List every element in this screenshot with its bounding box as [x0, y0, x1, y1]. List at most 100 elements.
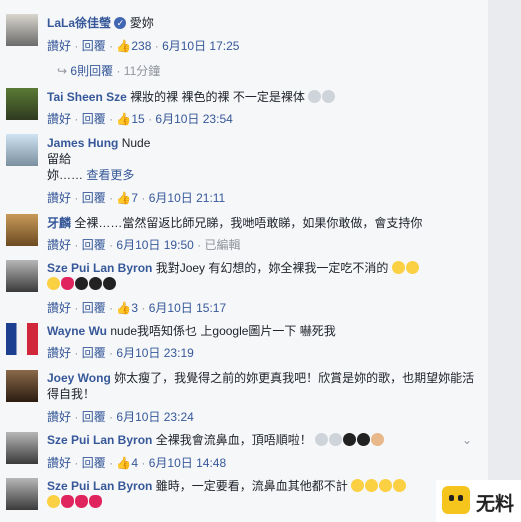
- avatar[interactable]: [6, 14, 38, 46]
- reply-button[interactable]: 回覆: [82, 346, 106, 360]
- avatar[interactable]: [6, 88, 38, 120]
- like-button[interactable]: 讚好: [47, 346, 71, 360]
- separator: ·: [74, 39, 79, 53]
- scrollbar[interactable]: [488, 0, 521, 522]
- emoji-icon: [89, 277, 102, 290]
- like-count[interactable]: 15: [131, 112, 144, 126]
- like-count[interactable]: 3: [131, 301, 138, 315]
- comment-text: 裸妝的裸 裸色的裸 不一定是裸体: [130, 90, 305, 104]
- timestamp[interactable]: 6月10日 15:17: [149, 301, 226, 315]
- reply-button[interactable]: 回覆: [82, 410, 106, 424]
- author-name[interactable]: Tai Sheen Sze: [47, 90, 127, 104]
- comment-actions: 讚好 · 回覆 · 6月10日 23:24: [47, 408, 194, 425]
- comment-body: Tai Sheen Sze 裸妝的裸 裸色的裸 不一定是裸体: [47, 89, 478, 105]
- emoji-icon: [379, 479, 393, 492]
- reply-button[interactable]: 回覆: [82, 301, 106, 315]
- comment: Wayne Wu nude我唔知係乜 上google圖片一下 嚇死我 讚好 · …: [0, 320, 488, 364]
- chevron-down-icon[interactable]: ⌄: [462, 433, 472, 447]
- author-name[interactable]: Sze Pui Lan Byron: [47, 433, 152, 447]
- comment-text: 愛妳: [129, 16, 154, 30]
- reply-button[interactable]: 回覆: [82, 112, 106, 126]
- separator: ·: [74, 410, 79, 424]
- comment-feed: LaLa徐佳瑩 ✓ 愛妳 讚好 · 回覆 · 👍238 · 6月10日 17:2…: [0, 0, 488, 522]
- emoji-icon: [329, 433, 343, 446]
- like-count-icon: 👍: [116, 39, 132, 53]
- replies-link[interactable]: 6則回覆: [70, 64, 113, 78]
- comment: James Hung Nude 留給 妳…… 查看更多 讚好 · 回覆 · 👍7…: [0, 130, 488, 206]
- avatar[interactable]: [6, 323, 38, 355]
- separator: ·: [109, 238, 114, 252]
- separator: ·: [109, 39, 114, 53]
- comment: Joey Wong 妳太瘦了，我覺得之前的妳更真我吧！欣賞是妳的歌，也期望妳能活…: [0, 364, 488, 426]
- separator: ·: [74, 456, 79, 470]
- reply-button[interactable]: 回覆: [82, 191, 106, 205]
- lips-icon: [89, 495, 102, 508]
- separator: ·: [141, 191, 146, 205]
- timestamp[interactable]: 6月10日 23:54: [155, 112, 232, 126]
- like-button[interactable]: 讚好: [47, 112, 71, 126]
- reply-button[interactable]: 回覆: [82, 238, 106, 252]
- timestamp[interactable]: 6月10日 17:25: [162, 39, 239, 53]
- like-count[interactable]: 7: [131, 191, 138, 205]
- timestamp[interactable]: 6月10日 23:24: [116, 410, 193, 424]
- emoji-icon: [357, 433, 371, 446]
- timestamp[interactable]: 6月10日 19:50: [116, 238, 193, 252]
- comment: Sze Pui Lan Byron 我對Joey 有幻想的，妳全裸我一定吃不消的…: [0, 256, 488, 320]
- like-button[interactable]: 讚好: [47, 456, 71, 470]
- like-count[interactable]: 238: [131, 39, 151, 53]
- separator: ·: [74, 112, 79, 126]
- timestamp[interactable]: 6月10日 21:11: [149, 191, 226, 205]
- like-button[interactable]: 讚好: [47, 238, 71, 252]
- lips-icon: [61, 495, 74, 508]
- like-count-icon: 👍: [116, 191, 132, 205]
- comment-text: 我對Joey 有幻想的，妳全裸我一定吃不消的: [155, 261, 389, 275]
- emoji-icon: [322, 90, 336, 103]
- emoji-icon: [405, 261, 419, 274]
- edited-label[interactable]: 已編輯: [204, 238, 240, 252]
- comment-line: 妳……: [47, 168, 84, 182]
- avatar[interactable]: [6, 370, 38, 402]
- emoji-icon: [308, 90, 322, 103]
- comment-actions: 讚好 · 回覆 · 6月10日 23:19: [47, 344, 194, 361]
- author-name[interactable]: James Hung: [47, 136, 118, 150]
- comment-body: Joey Wong 妳太瘦了，我覺得之前的妳更真我吧！欣賞是妳的歌，也期望妳能活…: [47, 370, 478, 402]
- comment-actions: 讚好 · 回覆 · 👍15 · 6月10日 23:54: [47, 110, 233, 127]
- avatar[interactable]: [6, 134, 38, 166]
- timestamp[interactable]: 6月10日 14:48: [149, 456, 226, 470]
- reply-button[interactable]: 回覆: [82, 39, 106, 53]
- like-button[interactable]: 讚好: [47, 410, 71, 424]
- emoji-icon: [103, 277, 116, 290]
- avatar[interactable]: [6, 214, 38, 246]
- author-name[interactable]: Sze Pui Lan Byron: [47, 261, 152, 275]
- avatar[interactable]: [6, 432, 38, 464]
- timestamp[interactable]: 6月10日 23:19: [116, 346, 193, 360]
- see-more-link[interactable]: 查看更多: [86, 168, 134, 182]
- like-count-icon: 👍: [116, 456, 132, 470]
- comment-body: Sze Pui Lan Byron 全裸我會流鼻血，頂唔順啦！: [47, 432, 478, 448]
- nose-emoji-icon: [371, 433, 385, 446]
- like-button[interactable]: 讚好: [47, 39, 71, 53]
- separator: ·: [141, 456, 146, 470]
- author-name[interactable]: Joey Wong: [47, 371, 111, 385]
- reply-button[interactable]: 回覆: [82, 456, 106, 470]
- avatar[interactable]: [6, 478, 38, 510]
- replies-row[interactable]: ↪ 6則回覆 · 11分鐘: [57, 62, 160, 79]
- separator: ·: [109, 191, 114, 205]
- like-button[interactable]: 讚好: [47, 191, 71, 205]
- author-name[interactable]: 牙麟: [47, 216, 71, 230]
- like-button[interactable]: 讚好: [47, 301, 71, 315]
- comment-body: LaLa徐佳瑩 ✓ 愛妳: [47, 15, 478, 31]
- author-name[interactable]: Sze Pui Lan Byron: [47, 479, 152, 493]
- avatar[interactable]: [6, 260, 38, 292]
- emoji-icon: [393, 479, 407, 492]
- watermark: 无料: [436, 480, 521, 522]
- comment-actions: 讚好 · 回覆 · 👍238 · 6月10日 17:25: [47, 37, 239, 54]
- like-count[interactable]: 4: [131, 456, 138, 470]
- author-name[interactable]: Wayne Wu: [47, 324, 107, 338]
- emoji-icon: [47, 277, 60, 290]
- author-name[interactable]: LaLa徐佳瑩: [47, 16, 111, 30]
- emoji-icon: [391, 261, 405, 274]
- separator: ·: [74, 346, 79, 360]
- emoji-icon: [343, 433, 357, 446]
- comment: 牙麟 全裸……當然留返比師兄睇，我哋唔敢睇，如果你敢做，會支持你 讚好 · 回覆…: [0, 206, 488, 256]
